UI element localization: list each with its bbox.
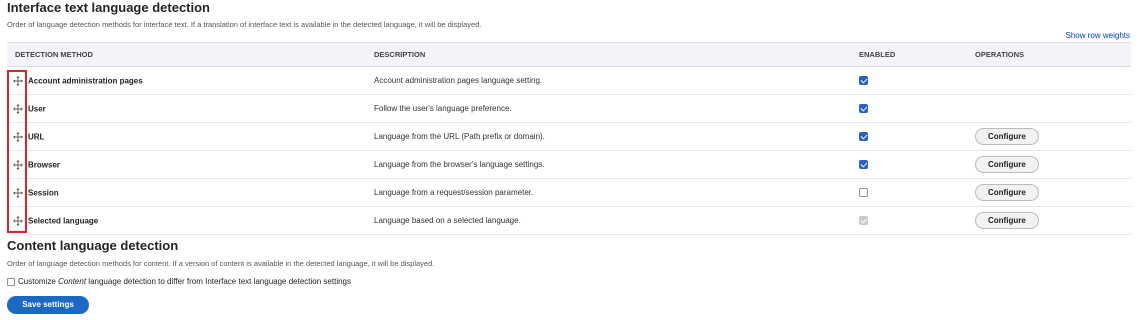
method-name: Session [28, 188, 59, 197]
description-cell: Language from the browser's language set… [369, 150, 847, 179]
enabled-checkbox[interactable] [859, 104, 868, 114]
table-row: Account administration pages Account admi… [7, 66, 1131, 95]
method-cell: Selected language [7, 206, 369, 235]
method-name: URL [28, 132, 45, 141]
customize-content-option[interactable]: Customize Content language detection to … [7, 277, 351, 286]
description-cell: Follow the user's language preference. [369, 94, 847, 123]
description-cell: Language from the URL (Path prefix or do… [369, 122, 847, 151]
configure-button[interactable]: Configure [975, 128, 1039, 145]
configure-button[interactable]: Configure [975, 156, 1039, 173]
enabled-cell [847, 206, 975, 235]
enabled-cell [847, 178, 975, 207]
method-name: Account administration pages [28, 76, 143, 85]
operations-cell [975, 66, 1131, 95]
method-name: Browser [28, 160, 61, 169]
enabled-checkbox[interactable] [859, 188, 868, 198]
customize-label-suffix: language detection to differ from Interf… [88, 277, 351, 286]
operations-cell: Configure [975, 178, 1131, 207]
table-row: Browser Language from the browser's langu… [7, 150, 1131, 179]
method-cell: Browser [7, 150, 369, 179]
operations-cell [975, 94, 1131, 123]
enabled-checkbox[interactable] [859, 132, 868, 142]
content-section-description: Order of language detection methods for … [7, 259, 435, 268]
col-enabled: ENABLED [847, 42, 975, 67]
interface-section-description: Order of language detection methods for … [7, 20, 482, 29]
method-cell: Session [7, 178, 369, 207]
table-row: Selected language Language based on a sel… [7, 206, 1131, 235]
enabled-checkbox[interactable] [859, 76, 868, 86]
enabled-cell [847, 122, 975, 151]
table-header-row: DETECTION METHOD DESCRIPTION ENABLED OPE… [7, 42, 1131, 67]
description-cell: Language based on a selected language. [369, 206, 847, 235]
enabled-cell [847, 150, 975, 179]
method-name: User [28, 104, 46, 113]
description-cell: Language from a request/session paramete… [369, 178, 847, 207]
customize-checkbox[interactable] [7, 277, 15, 286]
operations-cell: Configure [975, 150, 1131, 179]
enabled-checkbox[interactable] [859, 160, 868, 170]
table-row: User Follow the user's language preferenc… [7, 94, 1131, 123]
col-operations: OPERATIONS [975, 42, 1131, 67]
show-row-weights-link[interactable]: Show row weights [1066, 31, 1130, 40]
interface-section-title: Interface text language detection [7, 0, 210, 15]
table-row: Session Language from a request/session p… [7, 178, 1131, 207]
method-cell: User [7, 94, 369, 123]
col-description: DESCRIPTION [369, 42, 847, 67]
method-cell: URL [7, 122, 369, 151]
enabled-checkbox [859, 216, 868, 226]
table-row: URL Language from the URL (Path prefix or… [7, 122, 1131, 151]
configure-button[interactable]: Configure [975, 212, 1039, 229]
enabled-cell [847, 94, 975, 123]
method-name: Selected language [28, 216, 99, 225]
save-settings-button[interactable]: Save settings [7, 296, 89, 314]
content-section-title: Content language detection [7, 238, 179, 253]
customize-label-emphasis: Content [58, 277, 87, 286]
method-cell: Account administration pages [7, 66, 369, 95]
col-detection-method: DETECTION METHOD [7, 42, 369, 67]
enabled-cell [847, 66, 975, 95]
detection-methods-table: DETECTION METHOD DESCRIPTION ENABLED OPE… [7, 42, 1131, 235]
configure-button[interactable]: Configure [975, 184, 1039, 201]
drag-handle-highlight [7, 70, 27, 233]
description-cell: Account administration pages language se… [369, 66, 847, 95]
operations-cell: Configure [975, 206, 1131, 235]
customize-label-prefix: Customize [18, 277, 56, 286]
operations-cell: Configure [975, 122, 1131, 151]
